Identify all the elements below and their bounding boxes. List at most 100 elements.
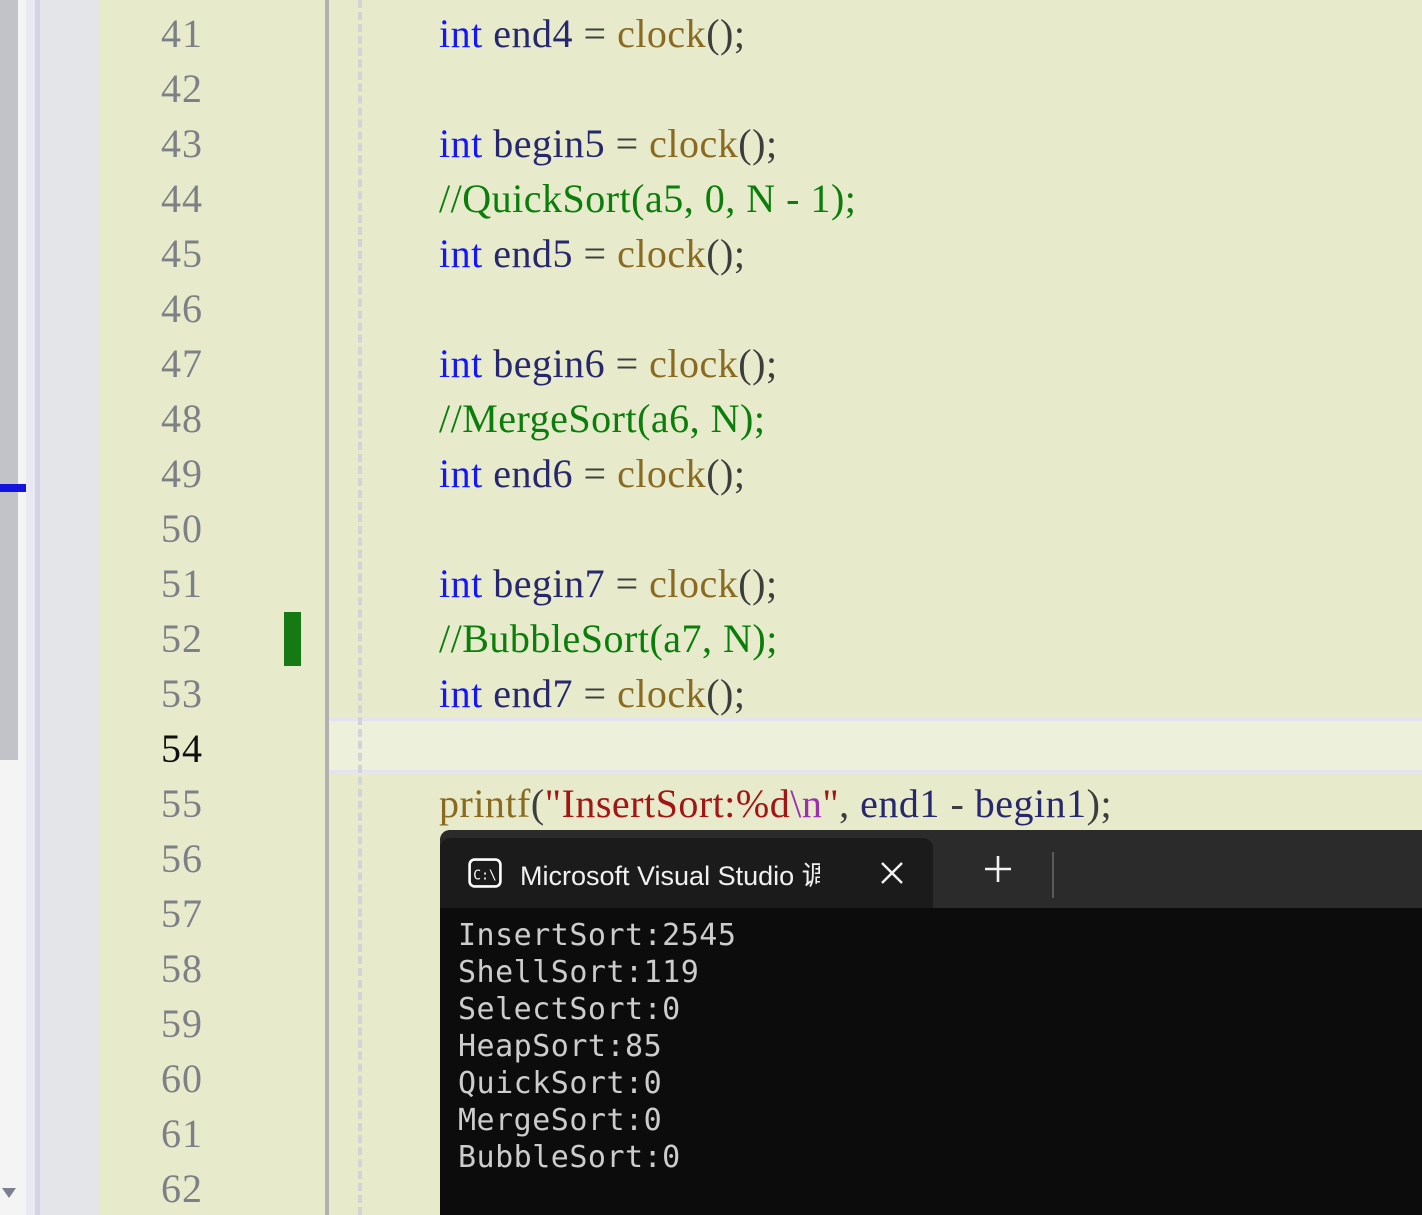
titlebar-divider xyxy=(1052,852,1054,898)
line-number: 50 xyxy=(161,506,203,551)
code-token: = xyxy=(573,231,618,276)
code-token: clock xyxy=(649,121,739,166)
code-line[interactable]: printf("InsertSort:%d\n", end1 - begin1)… xyxy=(329,776,1422,831)
terminal-output-line: ShellSort:119 xyxy=(458,955,700,990)
code-token: clock xyxy=(617,231,707,276)
line-number: 52 xyxy=(161,616,203,661)
terminal-titlebar[interactable]: C:\ Microsoft Visual Studio 调试挃 xyxy=(440,830,1422,908)
code-token: - xyxy=(939,781,975,826)
terminal-output-line: SelectSort:0 xyxy=(458,992,681,1027)
line-number: 47 xyxy=(161,341,203,386)
code-token: end5 xyxy=(493,231,573,276)
code-token: (); xyxy=(706,451,746,496)
debug-console-window[interactable]: C:\ Microsoft Visual Studio 调试挃 xyxy=(440,830,1422,1215)
line-number: 57 xyxy=(161,891,203,936)
code-token: ); xyxy=(1086,781,1113,826)
code-line[interactable]: //BubbleSort(a7, N); xyxy=(329,611,1422,666)
code-line[interactable] xyxy=(329,501,1422,556)
line-number: 43 xyxy=(161,121,203,166)
line-number: 45 xyxy=(161,231,203,276)
code-token: int xyxy=(439,451,483,496)
code-line[interactable]: int end4 = clock(); xyxy=(329,6,1422,61)
terminal-output-line: HeapSort:85 xyxy=(458,1029,663,1064)
scrollbar-thumb[interactable] xyxy=(0,0,18,760)
line-number: 55 xyxy=(161,781,203,826)
line-number: 56 xyxy=(161,836,203,881)
code-line[interactable]: //QuickSort(a5, 0, N - 1); xyxy=(329,171,1422,226)
code-token: = xyxy=(573,451,618,496)
terminal-output-line: QuickSort:0 xyxy=(458,1066,663,1101)
code-line[interactable]: //MergeSort(a6, N); xyxy=(329,391,1422,446)
line-number: 44 xyxy=(161,176,203,221)
code-token: int xyxy=(439,561,483,606)
code-token: (); xyxy=(738,561,778,606)
line-number: 48 xyxy=(161,396,203,441)
terminal-output[interactable]: InsertSort:2545 ShellSort:119 SelectSort:0… xyxy=(440,908,1422,1215)
code-token: clock xyxy=(649,341,739,386)
terminal-tab-active[interactable]: C:\ Microsoft Visual Studio 调试挃 xyxy=(440,838,933,908)
code-token: begin6 xyxy=(493,341,606,386)
terminal-output-line: InsertSort:2545 xyxy=(458,918,737,953)
line-number: 58 xyxy=(161,946,203,991)
code-line[interactable]: int begin5 = clock(); xyxy=(329,116,1422,171)
code-token: = xyxy=(605,561,650,606)
code-token: clock xyxy=(617,11,707,56)
code-token: (); xyxy=(706,671,746,716)
line-number: 46 xyxy=(161,286,203,331)
code-token: clock xyxy=(617,451,707,496)
scroll-down-arrow-icon[interactable] xyxy=(2,1188,16,1198)
code-token: end7 xyxy=(493,671,573,716)
code-line[interactable] xyxy=(329,61,1422,116)
code-token: //BubbleSort(a7, N); xyxy=(439,616,778,661)
code-token: clock xyxy=(617,671,707,716)
code-token: \n xyxy=(790,781,823,826)
code-token: , xyxy=(839,781,861,826)
code-token: = xyxy=(605,121,650,166)
line-number: 54 xyxy=(161,726,203,771)
line-number: 62 xyxy=(161,1166,203,1211)
code-token: = xyxy=(573,11,618,56)
code-token: (); xyxy=(706,231,746,276)
unsaved-change-marker xyxy=(284,612,301,666)
caret-position-marker xyxy=(0,484,26,492)
screen-root: 41 42 43 44 45 46 47 48 49 50 51 52 53 54 55 56 57 58 59 60… xyxy=(0,0,1422,1215)
code-line[interactable]: int begin7 = clock(); xyxy=(329,556,1422,611)
code-token: //MergeSort(a6, N); xyxy=(439,396,766,441)
code-token: = xyxy=(573,671,618,716)
code-line[interactable]: int begin6 = clock(); xyxy=(329,336,1422,391)
line-number: 53 xyxy=(161,671,203,716)
code-token: "InsertSort:%d xyxy=(544,781,791,826)
code-token: int xyxy=(439,231,483,276)
margin-strip-inner xyxy=(40,0,100,1215)
new-tab-plus-icon[interactable] xyxy=(980,851,1016,887)
code-token: (); xyxy=(738,121,778,166)
code-token: int xyxy=(439,341,483,386)
line-number: 49 xyxy=(161,451,203,496)
code-token: (); xyxy=(738,341,778,386)
code-token: int xyxy=(439,11,483,56)
line-number: 60 xyxy=(161,1056,203,1101)
code-line[interactable] xyxy=(329,281,1422,336)
editor-gutter: 41 42 43 44 45 46 47 48 49 50 51 52 53 54 55 56 57 58 59 60… xyxy=(100,0,325,1215)
code-token: int xyxy=(439,671,483,716)
close-icon[interactable] xyxy=(877,858,907,888)
code-line[interactable]: int end7 = clock(); xyxy=(329,666,1422,721)
code-token: = xyxy=(605,341,650,386)
line-number: 42 xyxy=(161,66,203,111)
terminal-output-line: BubbleSort:0 xyxy=(458,1140,681,1175)
code-line[interactable]: int end6 = clock(); xyxy=(329,446,1422,501)
line-number: 59 xyxy=(161,1001,203,1046)
code-token: //QuickSort(a5, 0, N - 1); xyxy=(439,176,857,221)
console-cmd-icon: C:\ xyxy=(468,858,502,888)
code-line[interactable] xyxy=(329,721,1422,776)
terminal-output-line: MergeSort:0 xyxy=(458,1103,663,1138)
code-token: end1 xyxy=(860,781,940,826)
code-token: ( xyxy=(530,781,545,826)
code-line[interactable]: int end5 = clock(); xyxy=(329,226,1422,281)
terminal-tab-title: Microsoft Visual Studio 调试挃 xyxy=(520,860,820,891)
